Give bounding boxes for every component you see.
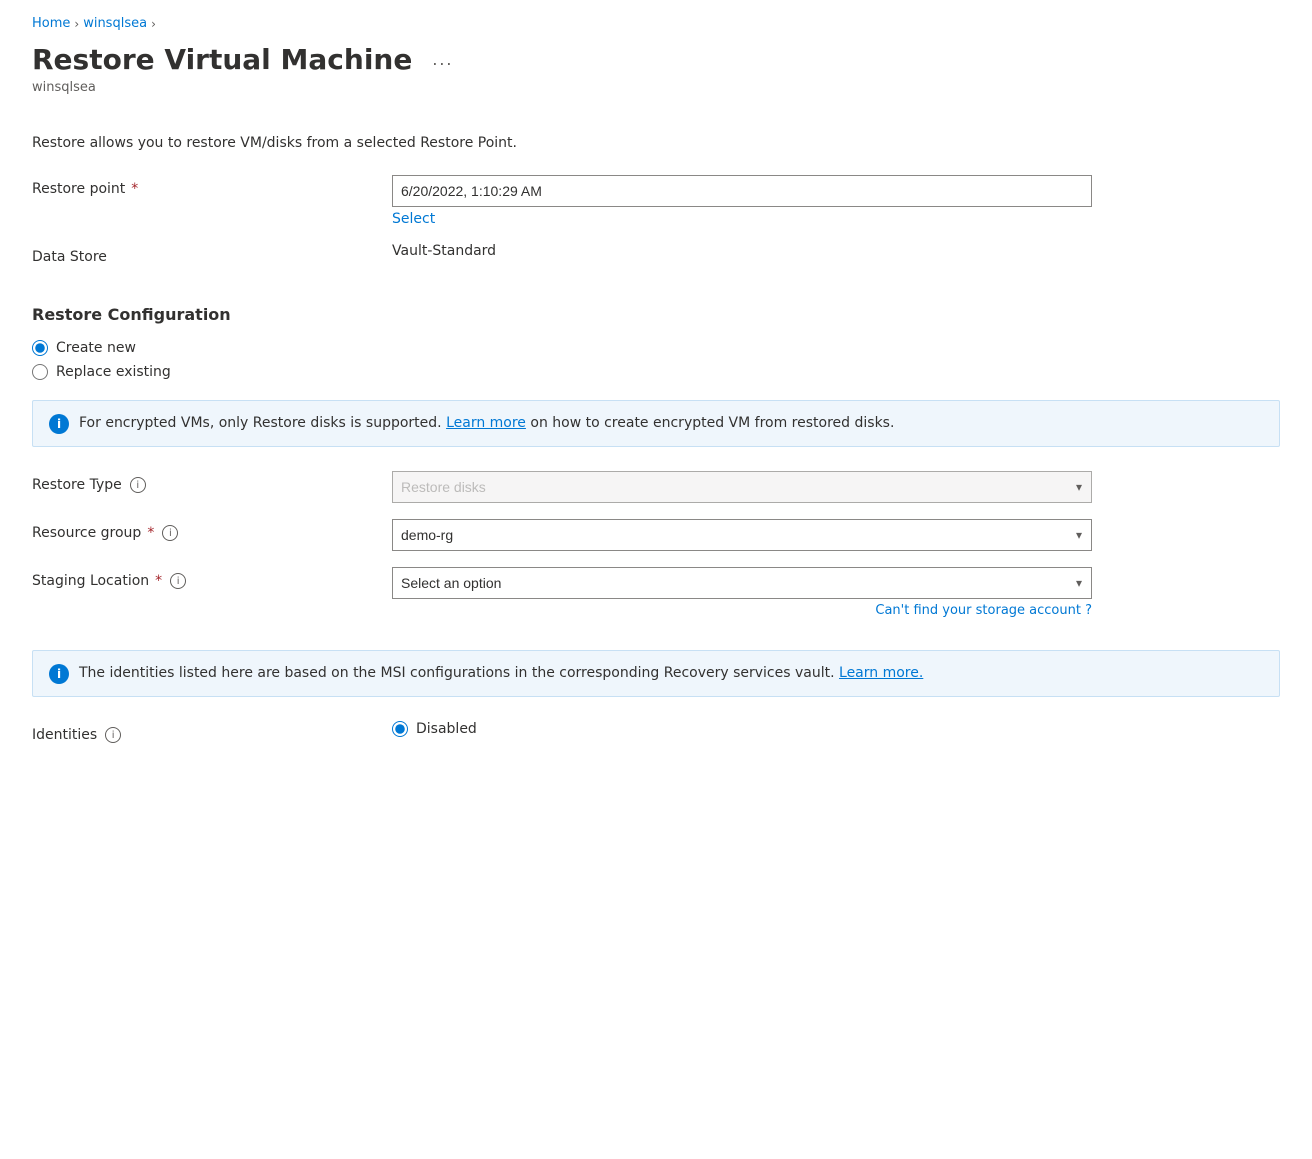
breadcrumb: Home › winsqlsea › [32,16,1280,31]
breadcrumb-resource[interactable]: winsqlsea [83,16,147,31]
radio-replace-existing-label: Replace existing [56,364,171,380]
staging-location-row: Staging Location * i Select an option ▾ … [32,567,1280,618]
staging-location-select[interactable]: Select an option [392,567,1092,599]
info-banner-icon-2: i [49,664,69,684]
staging-location-label: Staging Location * i [32,567,392,589]
identities-disabled-label: Disabled [416,721,477,737]
restore-type-info-icon[interactable]: i [130,477,146,493]
staging-location-control: Select an option ▾ Can't find your stora… [392,567,1280,618]
identities-disabled-radio[interactable]: Disabled [392,721,1280,737]
data-store-row: Data Store Vault-Standard [32,243,1280,265]
staging-location-info-icon[interactable]: i [170,573,186,589]
staging-location-select-wrapper: Select an option ▾ [392,567,1092,599]
restore-point-select-link[interactable]: Select [392,211,1280,227]
restore-point-input[interactable] [392,175,1092,207]
radio-create-new-label: Create new [56,340,136,356]
radio-create-new[interactable]: Create new [32,340,1280,356]
resource-group-control: demo-rg ▾ [392,519,1280,551]
restore-point-label: Restore point * [32,175,392,197]
info-banner-text-2: The identities listed here are based on … [79,663,923,684]
breadcrumb-home[interactable]: Home [32,16,70,31]
radio-create-new-input[interactable] [32,340,48,356]
staging-location-required: * [155,573,162,589]
resource-group-required: * [147,525,154,541]
page-subtitle: winsqlsea [32,80,1280,95]
restore-type-control: Restore disks ▾ [392,471,1280,503]
data-store-value: Vault-Standard [392,243,1280,259]
info-banner-encrypted: i For encrypted VMs, only Restore disks … [32,400,1280,447]
identities-row: Identities i Disabled [32,721,1280,743]
data-store-label: Data Store [32,243,392,265]
resource-group-row: Resource group * i demo-rg ▾ [32,519,1280,551]
resource-group-select-wrapper: demo-rg ▾ [392,519,1092,551]
radio-replace-existing-input[interactable] [32,364,48,380]
identities-label: Identities i [32,721,392,743]
page-header: Restore Virtual Machine ... [32,43,1280,76]
identities-control: Disabled [392,721,1280,737]
identities-info-icon[interactable]: i [105,727,121,743]
page-title: Restore Virtual Machine [32,43,412,76]
radio-replace-existing[interactable]: Replace existing [32,364,1280,380]
info-banner-identities: i The identities listed here are based o… [32,650,1280,697]
restore-point-required: * [131,181,138,197]
restore-type-label: Restore Type i [32,471,392,493]
info-banner-link-1[interactable]: Learn more [446,415,526,431]
ellipsis-button[interactable]: ... [424,45,461,74]
info-banner-link-2[interactable]: Learn more. [839,665,923,681]
breadcrumb-sep-2: › [151,17,156,31]
breadcrumb-sep-1: › [74,17,79,31]
resource-group-select[interactable]: demo-rg [392,519,1092,551]
info-banner-text-1: For encrypted VMs, only Restore disks is… [79,413,894,434]
restore-config-title: Restore Configuration [32,305,1280,324]
restore-point-row: Restore point * Select [32,175,1280,227]
identities-disabled-input[interactable] [392,721,408,737]
restore-type-row: Restore Type i Restore disks ▾ [32,471,1280,503]
restore-config-radio-group: Create new Replace existing [32,340,1280,380]
restore-point-control: Select [392,175,1280,227]
resource-group-info-icon[interactable]: i [162,525,178,541]
restore-type-select: Restore disks [392,471,1092,503]
page-container: Home › winsqlsea › Restore Virtual Machi… [0,0,1312,1159]
info-banner-icon-1: i [49,414,69,434]
page-description: Restore allows you to restore VM/disks f… [32,135,1280,151]
restore-type-select-wrapper: Restore disks ▾ [392,471,1092,503]
resource-group-label: Resource group * i [32,519,392,541]
cant-find-storage-link[interactable]: Can't find your storage account ? [392,603,1092,618]
data-store-static: Vault-Standard [392,237,496,259]
